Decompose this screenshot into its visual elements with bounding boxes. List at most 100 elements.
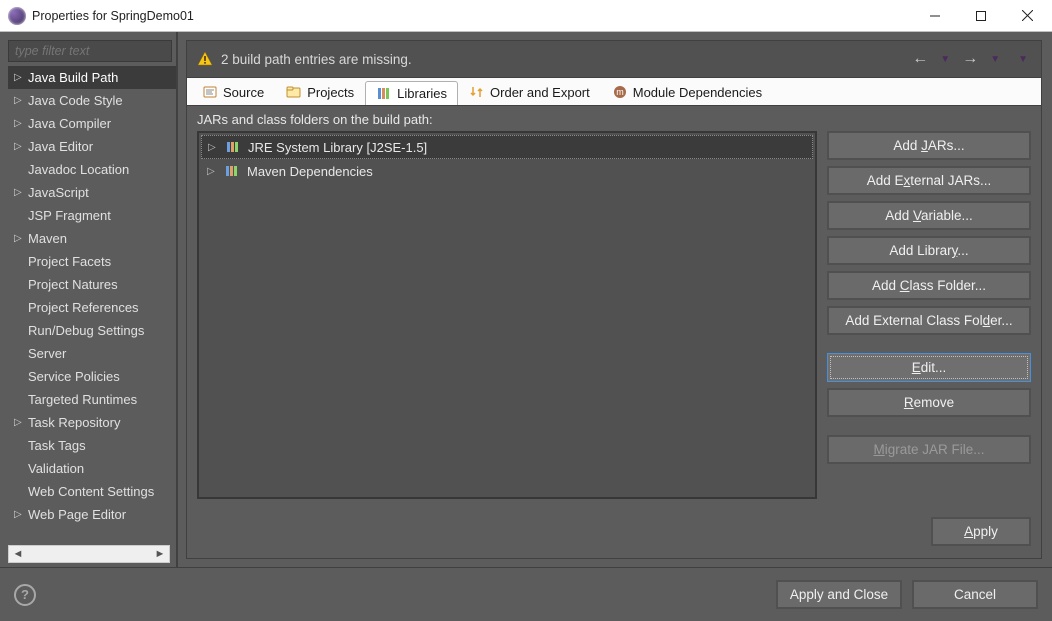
edit-button[interactable]: Edit... <box>827 353 1031 382</box>
expand-icon[interactable]: ▷ <box>14 72 28 83</box>
add-library-button[interactable]: Add Library... <box>827 236 1031 265</box>
cancel-button[interactable]: Cancel <box>912 580 1038 609</box>
add-external-jars-button[interactable]: Add External JARs... <box>827 166 1031 195</box>
window-controls <box>912 0 1050 31</box>
sidebar-item-label: Targeted Runtimes <box>28 392 137 407</box>
expand-icon[interactable]: ▷ <box>14 233 28 244</box>
library-icon <box>225 165 241 177</box>
jar-item[interactable]: ▷ Maven Dependencies <box>201 159 813 183</box>
tab-projects[interactable]: Projects <box>275 80 365 104</box>
eclipse-icon <box>8 7 26 25</box>
sidebar-item-service-policies[interactable]: Service Policies <box>8 365 176 388</box>
tab-label: Source <box>223 85 264 100</box>
main-panel: 2 build path entries are missing. ← ▼ → … <box>178 32 1052 567</box>
sidebar-item-jsp-fragment[interactable]: JSP Fragment <box>8 204 176 227</box>
view-menu-icon[interactable]: ▼ <box>1015 54 1031 65</box>
tab-bar: SourceProjectsLibrariesOrder and Exportm… <box>186 78 1042 106</box>
migrate-jar-button: Migrate JAR File... <box>827 435 1031 464</box>
expand-icon[interactable]: ▷ <box>14 509 28 520</box>
button-column: Add JARs... Add External JARs... Add Var… <box>827 131 1031 499</box>
banner-message: 2 build path entries are missing. <box>221 52 909 67</box>
sidebar-item-run-debug-settings[interactable]: Run/Debug Settings <box>8 319 176 342</box>
sidebar-item-task-tags[interactable]: Task Tags <box>8 434 176 457</box>
sidebar-item-targeted-runtimes[interactable]: Targeted Runtimes <box>8 388 176 411</box>
add-variable-button[interactable]: Add Variable... <box>827 201 1031 230</box>
tab-label: Projects <box>307 85 354 100</box>
nav-arrows: ← ▼ → ▼ ▼ <box>909 50 1031 68</box>
tab-source[interactable]: Source <box>191 80 275 104</box>
sidebar-item-label: Run/Debug Settings <box>28 323 144 338</box>
svg-text:m: m <box>616 87 624 97</box>
jar-item-label: JRE System Library [J2SE-1.5] <box>248 140 427 155</box>
sidebar-item-javascript[interactable]: ▷JavaScript <box>8 181 176 204</box>
warning-banner: 2 build path entries are missing. ← ▼ → … <box>186 40 1042 78</box>
sidebar-item-label: Service Policies <box>28 369 120 384</box>
forward-menu-icon[interactable]: ▼ <box>987 54 1003 65</box>
forward-button[interactable]: → <box>959 50 981 68</box>
sidebar-item-javadoc-location[interactable]: Javadoc Location <box>8 158 176 181</box>
jar-item[interactable]: ▷ JRE System Library [J2SE-1.5] <box>201 135 813 159</box>
sidebar-item-java-build-path[interactable]: ▷Java Build Path <box>8 66 176 89</box>
sidebar-item-project-facets[interactable]: Project Facets <box>8 250 176 273</box>
sidebar-item-web-page-editor[interactable]: ▷Web Page Editor <box>8 503 176 526</box>
back-menu-icon[interactable]: ▼ <box>937 54 953 65</box>
window-title: Properties for SpringDemo01 <box>32 9 912 23</box>
filter-box <box>8 40 172 62</box>
close-button[interactable] <box>1004 0 1050 31</box>
expand-icon[interactable]: ▷ <box>14 118 28 129</box>
sidebar-item-java-code-style[interactable]: ▷Java Code Style <box>8 89 176 112</box>
maximize-button[interactable] <box>958 0 1004 31</box>
sidebar-item-java-compiler[interactable]: ▷Java Compiler <box>8 112 176 135</box>
category-tree[interactable]: ▷Java Build Path▷Java Code Style▷Java Co… <box>8 66 176 543</box>
expand-icon[interactable]: ▷ <box>14 95 28 106</box>
add-jars-button[interactable]: Add JARs... <box>827 131 1031 160</box>
libraries-icon <box>376 85 392 101</box>
sidebar-item-label: Project References <box>28 300 139 315</box>
sidebar-hscroll[interactable]: ◄ ► <box>8 545 170 563</box>
sidebar-item-label: Java Build Path <box>28 70 118 85</box>
tab-libraries[interactable]: Libraries <box>365 81 458 105</box>
expand-icon[interactable]: ▷ <box>208 142 220 153</box>
add-external-class-folder-button[interactable]: Add External Class Folder... <box>827 306 1031 335</box>
sidebar-item-label: Server <box>28 346 66 361</box>
sidebar-item-label: Project Facets <box>28 254 111 269</box>
apply-button[interactable]: Apply <box>931 517 1031 546</box>
minimize-button[interactable] <box>912 0 958 31</box>
tab-module-dependencies[interactable]: m Module Dependencies <box>601 80 773 104</box>
sidebar-item-task-repository[interactable]: ▷Task Repository <box>8 411 176 434</box>
apply-and-close-button[interactable]: Apply and Close <box>776 580 902 609</box>
expand-icon[interactable]: ▷ <box>14 141 28 152</box>
jar-tree[interactable]: ▷ JRE System Library [J2SE-1.5] ▷ Maven Dep… <box>197 131 817 499</box>
sidebar-item-label: Task Tags <box>28 438 86 453</box>
tab-order-and-export[interactable]: Order and Export <box>458 80 601 104</box>
sidebar-item-label: Javadoc Location <box>28 162 129 177</box>
library-icon <box>226 141 242 153</box>
expand-icon[interactable]: ▷ <box>207 166 219 177</box>
sidebar-item-maven[interactable]: ▷Maven <box>8 227 176 250</box>
sidebar-item-server[interactable]: Server <box>8 342 176 365</box>
sidebar-item-label: Task Repository <box>28 415 120 430</box>
expand-icon[interactable]: ▷ <box>14 417 28 428</box>
sidebar-item-label: Web Content Settings <box>28 484 154 499</box>
scroll-left-icon[interactable]: ◄ <box>9 548 27 560</box>
sidebar-item-web-content-settings[interactable]: Web Content Settings <box>8 480 176 503</box>
order-icon <box>469 84 485 100</box>
filter-input[interactable] <box>8 40 172 62</box>
sidebar-item-validation[interactable]: Validation <box>8 457 176 480</box>
sidebar-item-label: Java Code Style <box>28 93 123 108</box>
sidebar-item-java-editor[interactable]: ▷Java Editor <box>8 135 176 158</box>
tab-label: Module Dependencies <box>633 85 762 100</box>
sidebar-item-label: Project Natures <box>28 277 118 292</box>
remove-button[interactable]: Remove <box>827 388 1031 417</box>
panel-label: JARs and class folders on the build path… <box>187 106 1041 131</box>
jar-item-label: Maven Dependencies <box>247 164 373 179</box>
help-icon[interactable]: ? <box>14 584 36 606</box>
sidebar-item-project-references[interactable]: Project References <box>8 296 176 319</box>
scroll-right-icon[interactable]: ► <box>151 548 169 560</box>
add-class-folder-button[interactable]: Add Class Folder... <box>827 271 1031 300</box>
sidebar-item-label: JSP Fragment <box>28 208 111 223</box>
expand-icon[interactable]: ▷ <box>14 187 28 198</box>
sidebar-item-project-natures[interactable]: Project Natures <box>8 273 176 296</box>
warning-icon <box>197 51 213 67</box>
back-button[interactable]: ← <box>909 50 931 68</box>
